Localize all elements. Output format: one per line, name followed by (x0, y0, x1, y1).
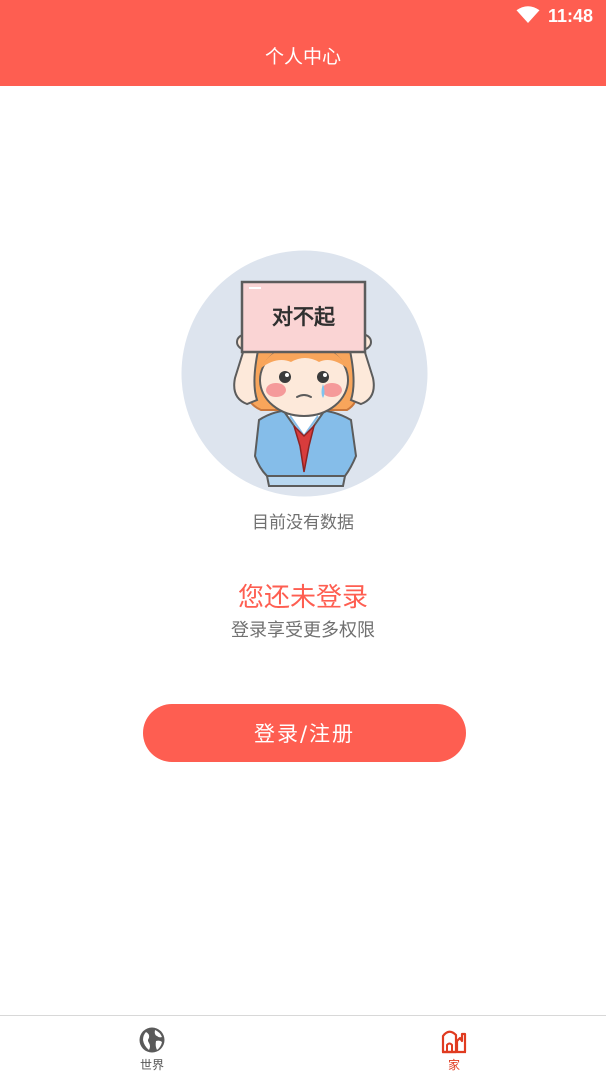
app-header: 11:48 个人中心 (0, 0, 606, 86)
tab-world[interactable]: 世界 (92, 1016, 212, 1080)
status-bar: 11:48 (0, 0, 606, 32)
tab-world-label: 世界 (139, 1058, 164, 1072)
tab-home-label: 家 (447, 1058, 460, 1072)
status-time: 11:48 (548, 6, 594, 26)
login-prompt-subtitle: 登录享受更多权限 (231, 620, 375, 641)
sorry-girl-illustration: 对不起 (181, 250, 428, 497)
sign-text: 对不起 (272, 305, 336, 329)
tab-home[interactable]: 家 (394, 1016, 514, 1080)
bottom-tab-bar: 世界 家 (0, 1015, 606, 1080)
page-title: 个人中心 (264, 46, 341, 68)
empty-state-message: 目前没有数据 (252, 513, 354, 533)
globe-icon (139, 1027, 165, 1053)
home-icon (441, 1030, 467, 1054)
wifi-icon (516, 6, 540, 23)
login-register-button[interactable]: 登录/注册 (143, 704, 466, 762)
login-prompt-title: 您还未登录 (237, 583, 368, 613)
